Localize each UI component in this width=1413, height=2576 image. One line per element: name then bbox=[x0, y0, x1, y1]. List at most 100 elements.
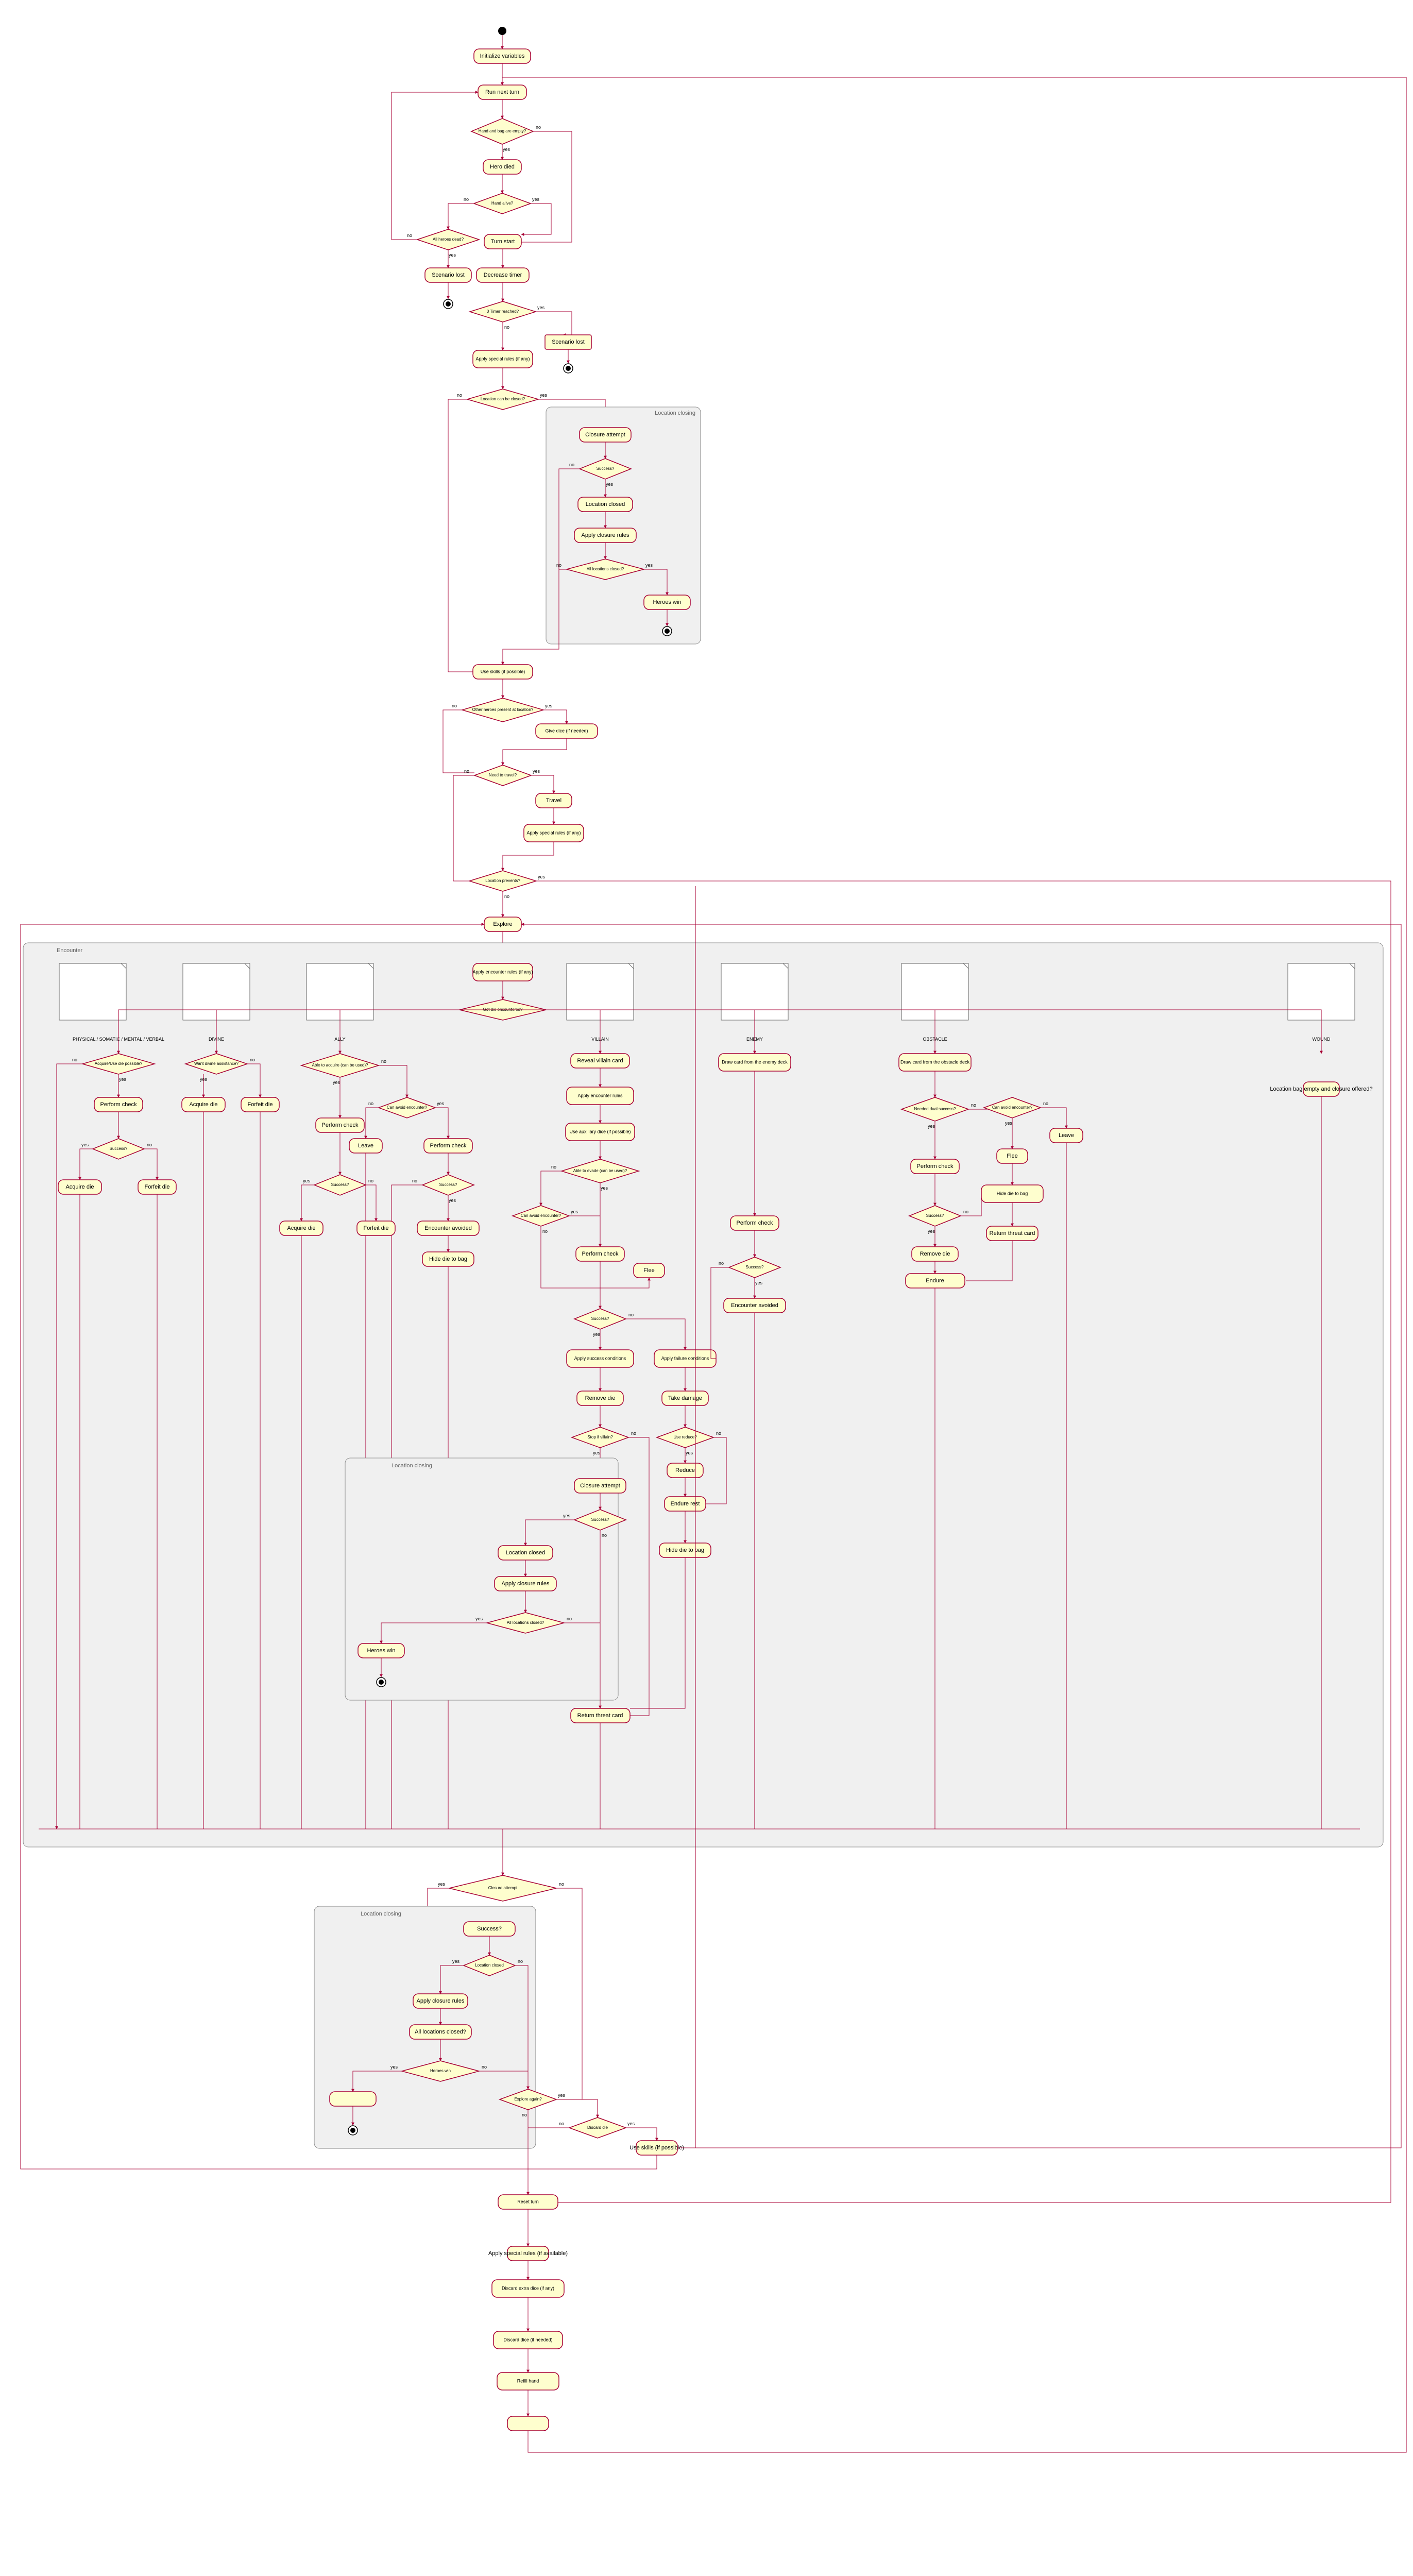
svg-text:no: no bbox=[551, 1164, 556, 1170]
svg-text:no: no bbox=[368, 1101, 373, 1106]
node-div-acquire: Acquire die bbox=[182, 1097, 225, 1112]
node-obs-draw: Draw card from the obstacle deck bbox=[899, 1054, 971, 1071]
node-decrease-timer: Decrease timer bbox=[476, 268, 529, 282]
end-node-lc2 bbox=[377, 1677, 386, 1687]
node-ally-check1: Perform check bbox=[316, 1118, 364, 1132]
card-physical bbox=[59, 963, 126, 1020]
svg-text:Turn start: Turn start bbox=[491, 239, 515, 245]
svg-text:Perform check: Perform check bbox=[737, 1220, 773, 1226]
svg-text:Location prevents?: Location prevents? bbox=[485, 878, 520, 883]
node-div-forfeit: Forfeit die bbox=[241, 1097, 279, 1112]
svg-text:Hero died: Hero died bbox=[490, 164, 515, 170]
svg-text:yes: yes bbox=[81, 1142, 89, 1147]
node-vil-fc: Apply failure conditions bbox=[654, 1350, 716, 1367]
svg-text:Apply special rules (if any): Apply special rules (if any) bbox=[526, 830, 581, 835]
flowchart-canvas: Initialize variables Run next turn Hand … bbox=[0, 0, 1413, 2576]
node-phys-acquire: Acquire die bbox=[58, 1180, 101, 1194]
svg-text:Decrease timer: Decrease timer bbox=[484, 272, 522, 278]
svg-text:no: no bbox=[522, 2112, 527, 2117]
svg-text:yes: yes bbox=[449, 1198, 456, 1203]
svg-text:Use reduce?: Use reduce? bbox=[673, 1435, 697, 1439]
node-vil-dmg: Take damage bbox=[662, 1391, 708, 1405]
node-apply-enc-rules: Apply encounter rules (if any) bbox=[472, 963, 533, 981]
node-lc1-attempt: Closure attempt bbox=[580, 428, 631, 442]
svg-text:Success?: Success? bbox=[746, 1265, 764, 1269]
svg-text:no: no bbox=[559, 1882, 564, 1887]
decision-hand-bag-empty: Hand and bag are empty? bbox=[471, 118, 533, 144]
node-lc2-closed: Location closed bbox=[498, 1546, 553, 1560]
svg-text:no: no bbox=[504, 894, 509, 899]
svg-text:Able to evade (can be used)?: Able to evade (can be used)? bbox=[573, 1168, 627, 1173]
svg-text:yes: yes bbox=[390, 2064, 398, 2070]
svg-text:yes: yes bbox=[538, 874, 546, 879]
svg-text:yes: yes bbox=[449, 252, 456, 258]
svg-text:yes: yes bbox=[532, 197, 540, 202]
node-refill bbox=[507, 2416, 549, 2431]
svg-text:Hide die to bag: Hide die to bag bbox=[429, 1256, 467, 1262]
svg-text:Acquire die: Acquire die bbox=[65, 1184, 94, 1190]
svg-text:Hand and bag are empty?: Hand and bag are empty? bbox=[479, 129, 526, 133]
start-node bbox=[498, 27, 506, 35]
node-ene-avoided: Encounter avoided bbox=[724, 1298, 786, 1313]
node-phys-forfeit: Forfeit die bbox=[138, 1180, 176, 1194]
svg-text:Heroes win: Heroes win bbox=[430, 2069, 451, 2073]
svg-text:no: no bbox=[452, 703, 457, 708]
svg-text:no: no bbox=[381, 1059, 386, 1064]
node-obs-remove: Remove die bbox=[912, 1247, 958, 1261]
decision-hand-alive: Hand alive? bbox=[474, 193, 531, 214]
svg-text:Perform check: Perform check bbox=[430, 1143, 467, 1149]
svg-text:no: no bbox=[457, 393, 462, 398]
svg-text:yes: yes bbox=[540, 393, 548, 398]
node-lc1-apply: Apply closure rules bbox=[574, 528, 636, 543]
svg-text:Apply failure conditions: Apply failure conditions bbox=[661, 1355, 709, 1361]
svg-text:Encounter avoided: Encounter avoided bbox=[731, 1302, 778, 1309]
svg-text:Forfeit die: Forfeit die bbox=[248, 1101, 273, 1108]
svg-text:no: no bbox=[504, 325, 509, 330]
svg-text:no: no bbox=[963, 1209, 968, 1214]
svg-text:Apply encounter rules (if any): Apply encounter rules (if any) bbox=[472, 969, 533, 974]
svg-text:no: no bbox=[631, 1431, 636, 1436]
node-lc1-win: Heroes win bbox=[644, 595, 690, 609]
svg-text:Take damage: Take damage bbox=[668, 1395, 702, 1401]
svg-text:Explore: Explore bbox=[493, 921, 512, 927]
svg-text:Closure attempt: Closure attempt bbox=[580, 1483, 620, 1489]
svg-text:no: no bbox=[556, 563, 561, 568]
node-reset-turn: Apply special rules (if available) bbox=[488, 2246, 568, 2261]
node-use-skills-2: Reset turn bbox=[498, 2195, 558, 2209]
node-explore: Explore bbox=[484, 917, 521, 931]
svg-text:All heroes dead?: All heroes dead? bbox=[433, 237, 464, 242]
node-vil-return: Return threat card bbox=[571, 1708, 630, 1723]
svg-text:yes: yes bbox=[928, 1229, 935, 1234]
node-ally-check2: Perform check bbox=[424, 1139, 472, 1153]
svg-text:Hide die to bag: Hide die to bag bbox=[997, 1191, 1028, 1196]
svg-text:Encounter avoided: Encounter avoided bbox=[424, 1225, 472, 1231]
decision-loc-can-close: Location can be closed? bbox=[467, 389, 538, 410]
svg-text:Perform check: Perform check bbox=[100, 1101, 137, 1108]
svg-text:yes: yes bbox=[452, 1959, 460, 1964]
end-node-2 bbox=[564, 364, 573, 373]
decision-timer-reached: 0 Timer reached? bbox=[470, 301, 536, 322]
svg-text:yes: yes bbox=[533, 769, 540, 774]
svg-text:Hand alive?: Hand alive? bbox=[491, 201, 514, 206]
svg-text:no: no bbox=[542, 1229, 548, 1234]
decision-heroes-dead: All heroes dead? bbox=[417, 229, 479, 250]
svg-text:Initialize variables: Initialize variables bbox=[480, 53, 525, 59]
svg-text:no: no bbox=[559, 2121, 564, 2126]
svg-text:yes: yes bbox=[593, 1450, 601, 1455]
svg-text:Location closed: Location closed bbox=[506, 1550, 545, 1556]
svg-text:yes: yes bbox=[537, 305, 545, 310]
svg-text:Success?: Success? bbox=[926, 1213, 944, 1218]
node-discard-extra: Discard dice (if needed) bbox=[493, 2331, 563, 2349]
svg-text:no: no bbox=[464, 197, 469, 202]
node-run-next-turn: Run next turn bbox=[478, 85, 526, 99]
node-give-dice: Give dice (if needed) bbox=[536, 724, 598, 738]
node-lc2-attempt: Closure attempt bbox=[574, 1479, 626, 1493]
svg-text:yes: yes bbox=[601, 1185, 608, 1191]
svg-text:no: no bbox=[536, 125, 541, 130]
node-ally-acquire: Acquire die bbox=[280, 1221, 323, 1235]
svg-text:Return threat card: Return threat card bbox=[577, 1713, 623, 1719]
svg-text:no: no bbox=[628, 1312, 634, 1317]
node-lc3-closed: Apply closure rules bbox=[413, 1994, 468, 2008]
svg-text:Closure attempt: Closure attempt bbox=[488, 1886, 518, 1890]
node-obs-flee: Flee bbox=[997, 1149, 1028, 1163]
